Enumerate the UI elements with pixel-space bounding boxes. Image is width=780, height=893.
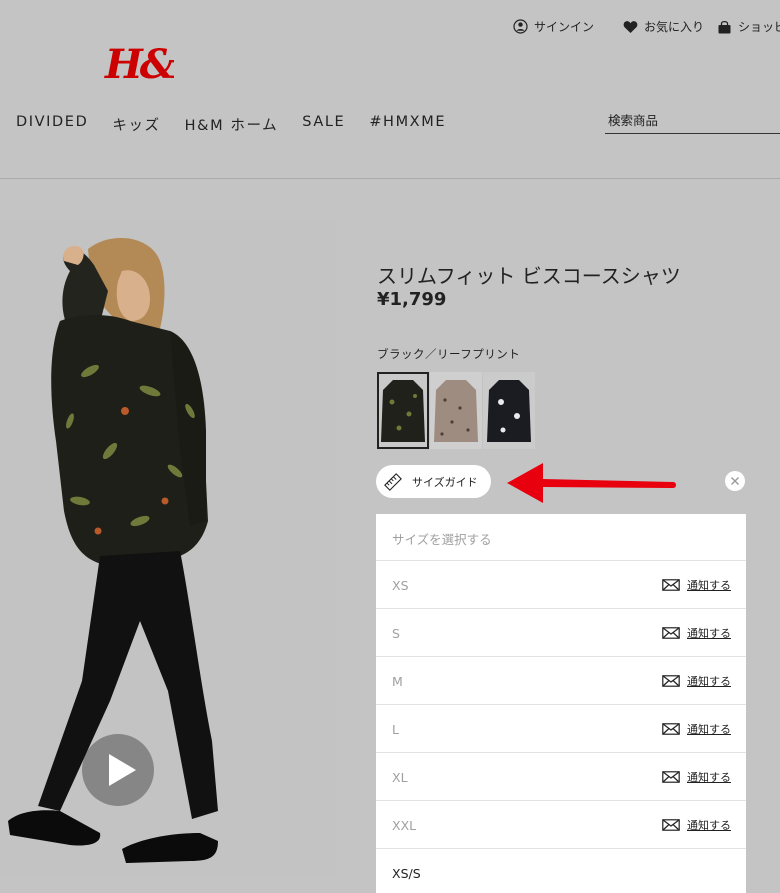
notify-link[interactable]: 通知する: [662, 577, 731, 593]
notify-link[interactable]: 通知する: [662, 673, 731, 689]
notify-label: 通知する: [687, 723, 731, 736]
nav-item-kids[interactable]: キッズ: [112, 114, 160, 135]
selected-color-name: ブラック／リーフプリント: [377, 347, 521, 361]
shirt-thumbnail-black-floral: [483, 372, 535, 449]
main-nav: DIVIDED キッズ H&M ホーム SALE #HMXME: [16, 114, 470, 135]
size-option-s[interactable]: S 通知する: [376, 609, 746, 657]
nav-item-hmxme[interactable]: #HMXME: [369, 114, 446, 135]
favorites-link[interactable]: お気に入り: [623, 18, 704, 35]
size-option-label: L: [392, 722, 399, 737]
notify-label: 通知する: [687, 675, 731, 688]
hm-logo-mark: H&M: [104, 41, 222, 88]
size-guide-label: サイズガイド: [412, 475, 478, 489]
color-swatch-beige-print[interactable]: [430, 372, 482, 449]
size-option-xs[interactable]: XS 通知する: [376, 561, 746, 609]
search-input[interactable]: 検索商品: [605, 108, 780, 134]
nav-item-divided[interactable]: DIVIDED: [16, 114, 88, 135]
size-dropdown: サイズを選択する XS 通知する S 通知する M 通知する L 通知する XL…: [376, 514, 746, 893]
notify-link[interactable]: 通知する: [662, 769, 731, 785]
favorites-label: お気に入り: [644, 20, 705, 34]
notify-label: 通知する: [687, 819, 731, 832]
header-divider: [0, 178, 780, 179]
close-icon: [731, 477, 739, 485]
product-title: スリムフィット ビスコースシャツ: [377, 264, 681, 288]
play-icon: [109, 754, 136, 786]
size-option-label: XS: [392, 578, 409, 593]
search-placeholder: 検索商品: [608, 113, 659, 128]
user-icon: [513, 19, 528, 34]
size-option-xl[interactable]: XL 通知する: [376, 753, 746, 801]
annotation-arrow: [507, 463, 676, 503]
video-play-button[interactable]: [82, 734, 154, 806]
size-option-label: M: [392, 674, 403, 689]
notify-link[interactable]: 通知する: [662, 817, 731, 833]
shopping-bag-link[interactable]: ショッピ: [717, 18, 780, 35]
size-guide-button[interactable]: サイズガイド: [376, 465, 491, 498]
size-option-label: S: [392, 626, 400, 641]
envelope-icon: [662, 675, 680, 687]
envelope-icon: [662, 819, 680, 831]
nav-item-sale[interactable]: SALE: [302, 114, 345, 135]
notify-label: 通知する: [687, 627, 731, 640]
envelope-icon: [662, 627, 680, 639]
size-select-placeholder: サイズを選択する: [376, 514, 746, 561]
notify-label: 通知する: [687, 771, 731, 784]
envelope-icon: [662, 723, 680, 735]
close-button[interactable]: [725, 471, 745, 491]
product-image[interactable]: [0, 221, 336, 878]
model-illustration: [8, 237, 218, 863]
product-price: ¥1,799: [377, 289, 447, 310]
sign-in-label: サインイン: [534, 20, 595, 34]
size-option-l[interactable]: L 通知する: [376, 705, 746, 753]
notify-label: 通知する: [687, 579, 731, 592]
heart-icon: [623, 20, 638, 33]
svg-text:H&M: H&M: [104, 41, 174, 84]
shopping-bag-label: ショッピ: [738, 20, 780, 34]
size-option-label: XS/S: [392, 866, 421, 881]
envelope-icon: [662, 579, 680, 591]
sign-in-link[interactable]: サインイン: [513, 18, 594, 35]
notify-link[interactable]: 通知する: [662, 625, 731, 641]
size-option-label: XXL: [392, 818, 417, 833]
size-option-m[interactable]: M 通知する: [376, 657, 746, 705]
shirt-thumbnail-black-leaf: [377, 372, 429, 449]
color-swatch-black-floral[interactable]: [483, 372, 535, 449]
ruler-icon: [384, 472, 402, 491]
size-option-xs-s[interactable]: XS/S: [376, 849, 746, 893]
notify-link[interactable]: 通知する: [662, 721, 731, 737]
color-swatch-black-leaf[interactable]: [377, 372, 429, 449]
nav-item-home[interactable]: H&M ホーム: [185, 114, 279, 135]
size-option-label: XL: [392, 770, 408, 785]
shirt-thumbnail-beige-print: [430, 372, 482, 449]
envelope-icon: [662, 771, 680, 783]
shopping-bag-icon: [718, 20, 731, 33]
size-option-xxl[interactable]: XXL 通知する: [376, 801, 746, 849]
hm-logo[interactable]: H&M: [104, 38, 222, 88]
